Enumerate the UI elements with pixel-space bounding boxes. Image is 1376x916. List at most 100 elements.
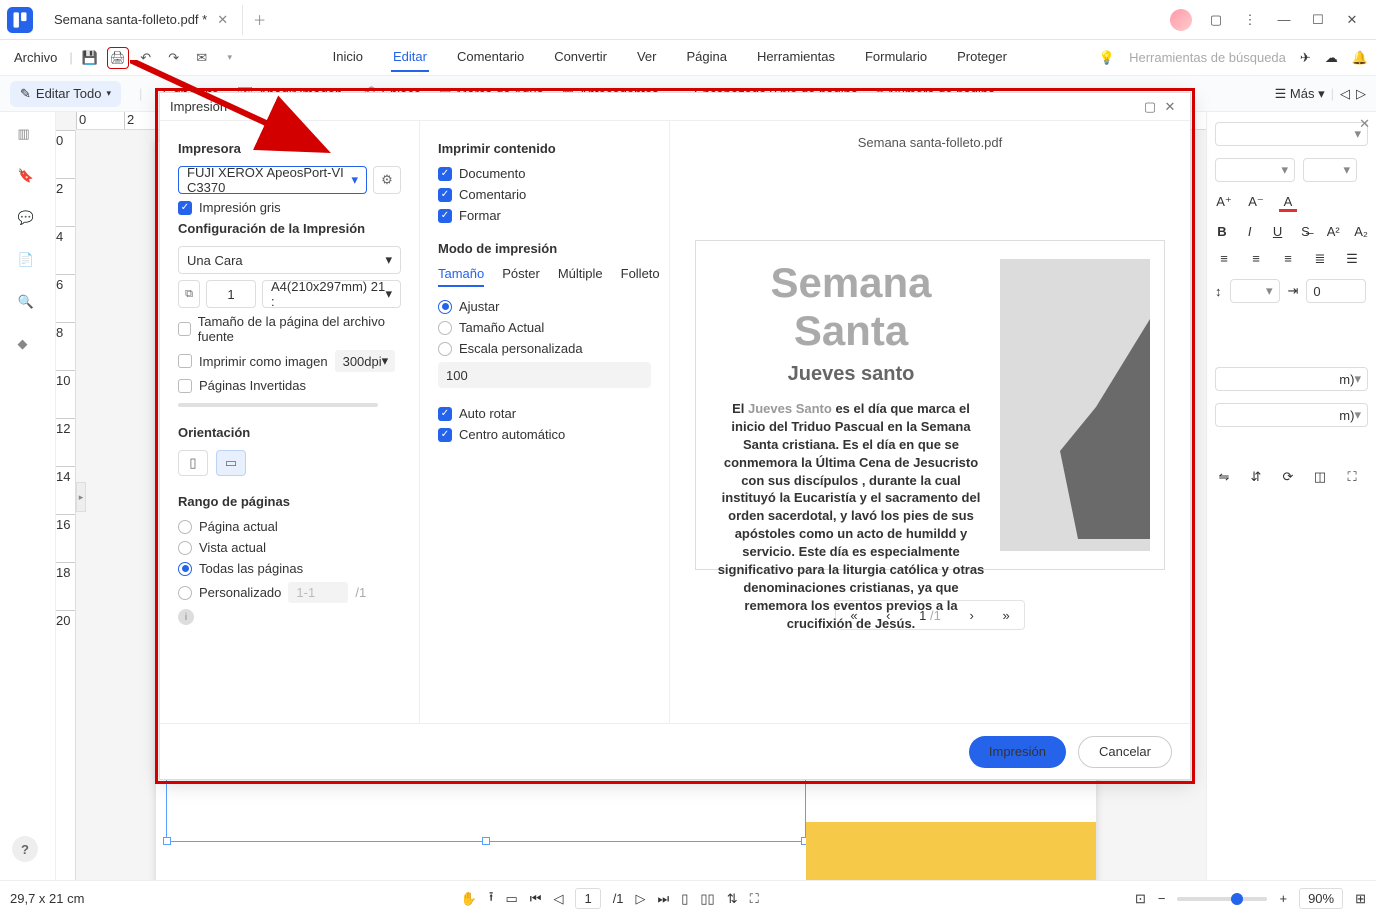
- scroll-mode-icon[interactable]: ⇅: [727, 891, 738, 907]
- printer-select[interactable]: FUJI XEROX ApeosPort-VI C3370 ▾: [178, 166, 367, 194]
- font-style-select[interactable]: ▾: [1215, 158, 1295, 182]
- dialog-maximize-icon[interactable]: ▢: [1140, 99, 1160, 115]
- indent-value[interactable]: 0: [1306, 279, 1366, 303]
- bell-icon[interactable]: 🔔: [1352, 50, 1368, 66]
- document-tab[interactable]: Semana santa-folleto.pdf * ✕: [40, 5, 243, 35]
- first-page-icon[interactable]: ⏮: [530, 891, 542, 907]
- replace-icon[interactable]: ⛶: [1343, 469, 1361, 485]
- width-select[interactable]: m) ▾: [1215, 367, 1368, 391]
- crop-icon[interactable]: ◫: [1311, 469, 1329, 485]
- zoom-value[interactable]: 90%: [1299, 888, 1343, 909]
- thumbnails-icon[interactable]: ▥: [18, 126, 38, 146]
- print-as-image-checkbox[interactable]: Imprimir como imagen 300dpi▾: [178, 350, 401, 372]
- sides-select[interactable]: Una Cara▾: [178, 246, 401, 274]
- bold-icon[interactable]: B: [1215, 224, 1229, 239]
- zoom-in-icon[interactable]: +: [1279, 891, 1287, 906]
- orientation-portrait[interactable]: ▯: [178, 450, 208, 476]
- nav-right-icon[interactable]: ▷: [1356, 86, 1366, 102]
- more-button[interactable]: ☰ Más ▾: [1275, 86, 1325, 102]
- tab-inicio[interactable]: Inicio: [331, 43, 365, 72]
- align-justify-icon[interactable]: ≣: [1311, 251, 1329, 267]
- chat-icon[interactable]: ▢: [1206, 12, 1226, 28]
- font-family-select[interactable]: ▾: [1215, 122, 1368, 146]
- fit-page-icon[interactable]: ⊞: [1355, 891, 1366, 907]
- tab-pagina[interactable]: Página: [684, 43, 728, 72]
- kebab-icon[interactable]: ⋮: [1240, 12, 1260, 28]
- font-size-select[interactable]: ▾: [1303, 158, 1357, 182]
- align-left-icon[interactable]: ≡: [1215, 251, 1233, 267]
- help-icon[interactable]: ?: [12, 836, 38, 862]
- close-panel-icon[interactable]: ✕: [1359, 116, 1370, 132]
- line-spacing-select[interactable]: ▾: [1230, 279, 1280, 303]
- bookmark-icon[interactable]: 🔖: [18, 168, 38, 188]
- close-window-icon[interactable]: ✕: [1342, 12, 1362, 28]
- zoom-slider[interactable]: [1177, 897, 1267, 901]
- mode-tab-poster[interactable]: Póster: [502, 266, 540, 287]
- italic-icon[interactable]: I: [1243, 224, 1257, 239]
- tab-herramientas[interactable]: Herramientas: [755, 43, 837, 72]
- inverted-pages-checkbox[interactable]: Páginas Invertidas: [178, 378, 401, 393]
- read-mode-icon[interactable]: ▭: [505, 891, 517, 907]
- decrease-font-icon[interactable]: A⁻: [1247, 194, 1265, 212]
- flip-h-icon[interactable]: ⇋: [1215, 469, 1233, 485]
- save-icon[interactable]: 💾: [79, 47, 101, 69]
- send-icon[interactable]: ✈: [1300, 50, 1311, 66]
- indent-icon[interactable]: ⇥: [1288, 283, 1299, 299]
- mode-tab-multiple[interactable]: Múltiple: [558, 266, 603, 287]
- range-custom-radio[interactable]: Personalizado 1-1 /1: [178, 582, 401, 603]
- custom-scale-radio[interactable]: Escala personalizada: [438, 341, 651, 356]
- hand-tool-icon[interactable]: ✋: [461, 891, 477, 907]
- tab-ver[interactable]: Ver: [635, 43, 659, 72]
- subscript-icon[interactable]: A₂: [1354, 224, 1368, 239]
- copies-input[interactable]: 1: [206, 280, 256, 308]
- cloud-icon[interactable]: ☁: [1325, 50, 1338, 66]
- pager-last-icon[interactable]: »: [1002, 608, 1009, 623]
- close-tab-icon[interactable]: ✕: [217, 12, 228, 28]
- maximize-icon[interactable]: ☐: [1308, 12, 1328, 28]
- strike-icon[interactable]: S̶: [1298, 224, 1312, 239]
- single-page-icon[interactable]: ▯: [681, 891, 688, 907]
- new-tab-button[interactable]: ＋: [243, 10, 276, 29]
- layers-icon[interactable]: ◆: [18, 336, 38, 356]
- range-view-radio[interactable]: Vista actual: [178, 540, 401, 555]
- flip-v-icon[interactable]: ⇵: [1247, 469, 1265, 485]
- print-icon[interactable]: 🖨: [107, 47, 129, 69]
- prev-page-icon[interactable]: ◁: [553, 891, 563, 907]
- print-button[interactable]: Impresión: [969, 736, 1066, 768]
- mode-tab-size[interactable]: Tamaño: [438, 266, 484, 287]
- actual-size-radio[interactable]: Tamaño Actual: [438, 320, 651, 335]
- orientation-landscape[interactable]: ▭: [216, 450, 246, 476]
- font-color-icon[interactable]: A: [1279, 194, 1297, 212]
- comment-icon[interactable]: 💬: [18, 210, 38, 230]
- source-size-checkbox[interactable]: Tamaño de la página del archivo fuente: [178, 314, 401, 344]
- rotate-icon[interactable]: ⟳: [1279, 469, 1297, 485]
- range-current-radio[interactable]: Página actual: [178, 519, 401, 534]
- user-avatar[interactable]: [1170, 9, 1192, 31]
- collapse-rail-icon[interactable]: ▸: [76, 482, 86, 512]
- auto-rotate-checkbox[interactable]: ✓Auto rotar: [438, 406, 651, 421]
- fit-width-icon[interactable]: ⊡: [1135, 891, 1146, 907]
- attachment-icon[interactable]: 📄: [18, 252, 38, 272]
- line-spacing-icon[interactable]: ↕: [1215, 284, 1222, 299]
- fit-radio[interactable]: Ajustar: [438, 299, 651, 314]
- content-comment-checkbox[interactable]: ✓Comentario: [438, 187, 651, 202]
- printer-settings-button[interactable]: ⚙: [373, 166, 401, 194]
- page-input[interactable]: 1: [575, 888, 600, 909]
- fullscreen-icon[interactable]: ⛶: [750, 891, 759, 907]
- height-select[interactable]: m) ▾: [1215, 403, 1368, 427]
- minimize-icon[interactable]: —: [1274, 12, 1294, 27]
- increase-font-icon[interactable]: A⁺: [1215, 194, 1233, 212]
- list-icon[interactable]: ☰: [1343, 251, 1361, 267]
- tab-proteger[interactable]: Proteger: [955, 43, 1009, 72]
- gray-print-checkbox[interactable]: ✓Impresión gris: [178, 200, 401, 215]
- two-page-icon[interactable]: ▯▯: [700, 891, 714, 907]
- nav-left-icon[interactable]: ◁: [1340, 86, 1350, 102]
- paper-size-select[interactable]: A4(210x297mm) 21 :▾: [262, 280, 401, 308]
- content-form-checkbox[interactable]: ✓Formar: [438, 208, 651, 223]
- align-right-icon[interactable]: ≡: [1279, 251, 1297, 267]
- last-page-icon[interactable]: ⏭: [658, 891, 670, 907]
- menu-file[interactable]: Archivo: [8, 50, 63, 65]
- content-document-checkbox[interactable]: ✓Documento: [438, 166, 651, 181]
- tab-comentario[interactable]: Comentario: [455, 43, 526, 72]
- redo-icon[interactable]: ↷: [163, 47, 185, 69]
